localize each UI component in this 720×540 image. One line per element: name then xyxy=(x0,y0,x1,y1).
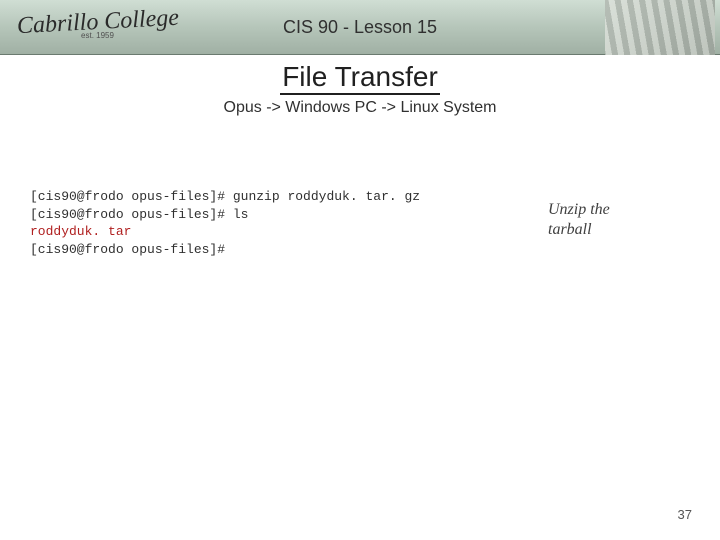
header-band: Cabrillo College est. 1959 CIS 90 - Less… xyxy=(0,0,720,55)
terminal-line-2: [cis90@frodo opus-files]# ls xyxy=(30,206,420,224)
header-photo xyxy=(605,0,715,55)
logo-text: Cabrillo College xyxy=(16,7,179,37)
prompt: [cis90@frodo opus-files]# xyxy=(30,242,225,257)
terminal-block: [cis90@frodo opus-files]# gunzip roddydu… xyxy=(30,188,420,258)
terminal-line-4: [cis90@frodo opus-files]# xyxy=(30,241,420,259)
slide-number: 37 xyxy=(678,507,692,522)
annotation-line-2: tarball xyxy=(548,220,610,240)
title-wrap: File Transfer xyxy=(0,55,720,95)
slide-title: File Transfer xyxy=(280,61,440,95)
command: ls xyxy=(233,207,249,222)
prompt: [cis90@frodo opus-files]# xyxy=(30,207,233,222)
command: gunzip roddyduk. tar. gz xyxy=(233,189,420,204)
slide-subtitle: Opus -> Windows PC -> Linux System xyxy=(0,99,720,117)
prompt: [cis90@frodo opus-files]# xyxy=(30,189,233,204)
terminal-line-3: roddyduk. tar xyxy=(30,223,420,241)
header-title: CIS 90 - Lesson 15 xyxy=(283,17,437,38)
annotation-text: Unzip the tarball xyxy=(548,200,610,240)
college-logo: Cabrillo College est. 1959 xyxy=(5,2,190,50)
annotation-line-1: Unzip the xyxy=(548,200,610,220)
output-file: roddyduk. tar xyxy=(30,224,131,239)
terminal-line-1: [cis90@frodo opus-files]# gunzip roddydu… xyxy=(30,188,420,206)
